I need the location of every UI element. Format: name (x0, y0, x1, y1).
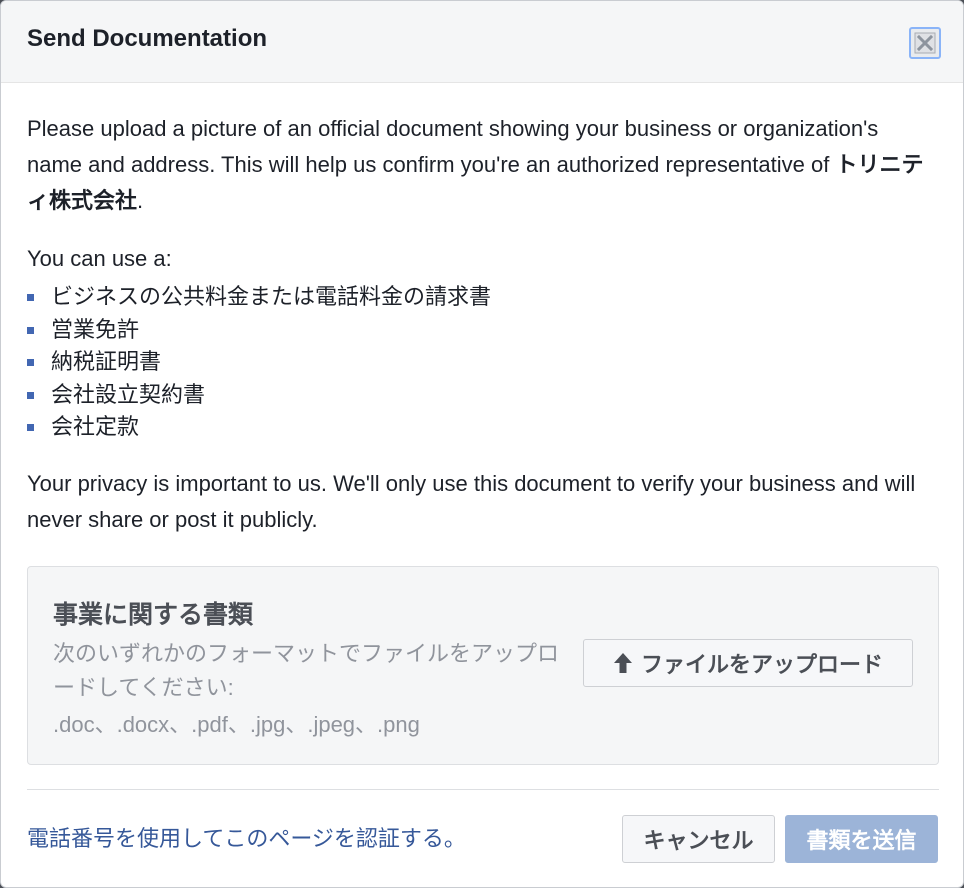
verify-by-phone-link[interactable]: 電話番号を使用してこのページを認証する。 (27, 821, 466, 853)
document-list: ビジネスの公共料金または電話料金の請求書 営業免許 納税証明書 会社設立契約書 … (27, 281, 937, 444)
upload-file-button[interactable]: ファイルをアップロード (583, 639, 913, 687)
list-item-label: 会社設立契約書 (51, 381, 206, 407)
list-item: 会社設立契約書 (27, 379, 937, 412)
send-documents-button[interactable]: 書類を送信 (785, 815, 938, 863)
bullet-icon (27, 391, 34, 399)
list-item-label: 納税証明書 (51, 349, 162, 374)
bullet-icon (27, 326, 34, 334)
dialog-header: Send Documentation (1, 1, 963, 83)
dialog-body: Please upload a picture of an official d… (1, 83, 963, 538)
use-label: You can use a: (27, 246, 172, 271)
list-item: 会社定款 (27, 411, 937, 444)
bullet-icon (27, 294, 34, 301)
upload-description: 次のいずれかのフォーマットでファイルをアップロードしてください: (53, 641, 560, 700)
privacy-text: Your privacy is important to us. We'll o… (27, 470, 916, 532)
upload-formats: .doc、.docx、.pdf、.jpg、.jpeg、.png (53, 712, 420, 737)
close-icon (914, 32, 936, 54)
list-item-label: 会社定款 (51, 414, 140, 439)
list-item-label: ビジネスの公共料金または電話料金の請求書 (51, 284, 492, 309)
intro-text: Please upload a picture of an official d… (27, 111, 937, 219)
intro-text-after: . (137, 188, 144, 213)
dialog-title: Send Documentation (27, 25, 268, 52)
list-item: ビジネスの公共料金または電話料金の請求書 (27, 281, 937, 314)
cancel-button[interactable]: キャンセル (622, 815, 775, 863)
upload-button-label: ファイルをアップロード (640, 652, 883, 677)
close-button[interactable] (909, 27, 941, 59)
bullet-icon (27, 424, 34, 431)
list-item-label: 営業免許 (51, 316, 140, 342)
bullet-icon (27, 359, 34, 366)
upload-arrow-icon (613, 653, 632, 673)
upload-title: 事業に関する書類 (53, 601, 254, 629)
intro-text-before: Please upload a picture of an official d… (27, 116, 879, 177)
list-item: 納税証明書 (27, 346, 937, 379)
footer-divider (27, 789, 939, 790)
upload-section: 事業に関する書類 次のいずれかのフォーマットでファイルをアップロードしてください… (27, 566, 939, 765)
list-item: 営業免許 (27, 314, 937, 347)
send-documentation-dialog: Send Documentation Please upload a pictu… (0, 0, 964, 888)
